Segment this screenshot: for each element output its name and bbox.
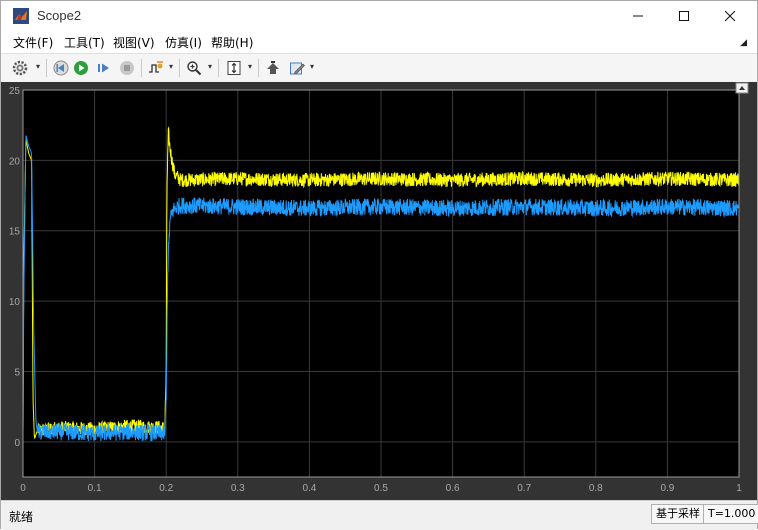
menu-bar: 文件(F) 工具(T) 视图(V) 仿真(I) 帮助(H) [1, 31, 757, 53]
stop-button[interactable] [118, 59, 136, 77]
status-bar: 就绪 基于采样 T=1.000 [1, 500, 758, 530]
scope-window: Scope2 文件(F) 工具(T) 视图(V) 仿真(I) 帮助(H) ◢ ▾ [0, 0, 758, 530]
x-tick-label: 0.3 [231, 483, 245, 494]
edit-properties-icon [290, 62, 305, 75]
y-tick-label: 15 [9, 227, 21, 238]
y-tick-label: 5 [14, 367, 20, 378]
x-tick-label: 0.2 [159, 483, 173, 494]
step-back-button[interactable] [52, 59, 70, 77]
window-title: Scope2 [37, 8, 82, 23]
x-tick-label: 0 [20, 483, 26, 494]
matlab-app-icon [13, 8, 29, 24]
y-tick-label: 10 [9, 297, 21, 308]
zoom-button[interactable] [185, 59, 203, 77]
title-bar[interactable]: Scope2 [1, 1, 757, 31]
zoom-in-icon [187, 61, 202, 76]
x-tick-label: 1 [736, 483, 742, 494]
y-tick-label: 0 [14, 438, 20, 449]
status-text: 就绪 [9, 510, 34, 524]
step-back-icon [53, 60, 69, 76]
autoscale-icon [227, 61, 241, 75]
y-tick-label: 20 [9, 156, 21, 167]
maximize-icon [679, 11, 689, 21]
x-tick-label: 0.5 [374, 483, 388, 494]
run-button[interactable] [72, 59, 90, 77]
x-tick-label: 0.1 [88, 483, 102, 494]
close-icon [724, 10, 736, 22]
autoscale-dropdown-icon[interactable]: ▾ [248, 62, 252, 71]
scope-plot[interactable]: 0 0.1 0.2 0.3 0.4 0.5 0.6 0.7 0.8 0.9 1 0 5 10 15 20 25 [1, 82, 757, 500]
menu-simulation[interactable]: 仿真(I) [165, 34, 202, 51]
simulation-time-label: T=1.000 [703, 504, 758, 524]
y-tick-label: 25 [9, 86, 21, 97]
stop-icon [120, 61, 134, 75]
settings-dropdown-icon[interactable]: ▾ [36, 62, 40, 71]
menu-file[interactable]: 文件(F) [13, 34, 53, 51]
signal-triggers-icon [149, 61, 163, 73]
x-tick-label: 0.8 [589, 483, 603, 494]
autoscale-button[interactable] [225, 59, 243, 77]
edit-properties-button[interactable] [288, 59, 306, 77]
step-forward-icon [98, 63, 109, 73]
settings-gear-icon [12, 60, 28, 76]
triggers-button[interactable] [147, 59, 165, 77]
x-tick-label: 0.6 [446, 483, 460, 494]
close-button[interactable] [707, 1, 753, 31]
zoom-dropdown-icon[interactable]: ▾ [208, 62, 212, 71]
maximize-button[interactable] [661, 1, 707, 31]
x-tick-label: 0.4 [302, 483, 316, 494]
collapse-toolbar-icon[interactable]: ◢ [740, 37, 747, 48]
minimize-icon [633, 15, 643, 17]
highlight-simulink-block-icon [267, 61, 279, 74]
edit-dropdown-icon[interactable]: ▾ [310, 62, 314, 71]
menu-help[interactable]: 帮助(H) [211, 34, 253, 51]
minimize-button[interactable] [615, 1, 661, 31]
step-forward-button[interactable] [95, 59, 113, 77]
scope-display[interactable]: 0 0.1 0.2 0.3 0.4 0.5 0.6 0.7 0.8 0.9 1 0 5 10 15 20 25 [1, 82, 757, 500]
menu-view[interactable]: 视图(V) [113, 34, 155, 51]
toolbar: ▾ ▾ ▾ ▾ ▾ [1, 53, 757, 83]
highlight-block-button[interactable] [264, 59, 282, 77]
triggers-dropdown-icon[interactable]: ▾ [169, 62, 173, 71]
run-icon [74, 61, 88, 75]
x-tick-label: 0.9 [660, 483, 674, 494]
menu-tools[interactable]: 工具(T) [64, 34, 105, 51]
settings-button[interactable] [11, 59, 29, 77]
undock-axes-icon[interactable] [735, 82, 749, 94]
x-tick-label: 0.7 [517, 483, 531, 494]
sampling-mode-label: 基于采样 [651, 504, 705, 524]
